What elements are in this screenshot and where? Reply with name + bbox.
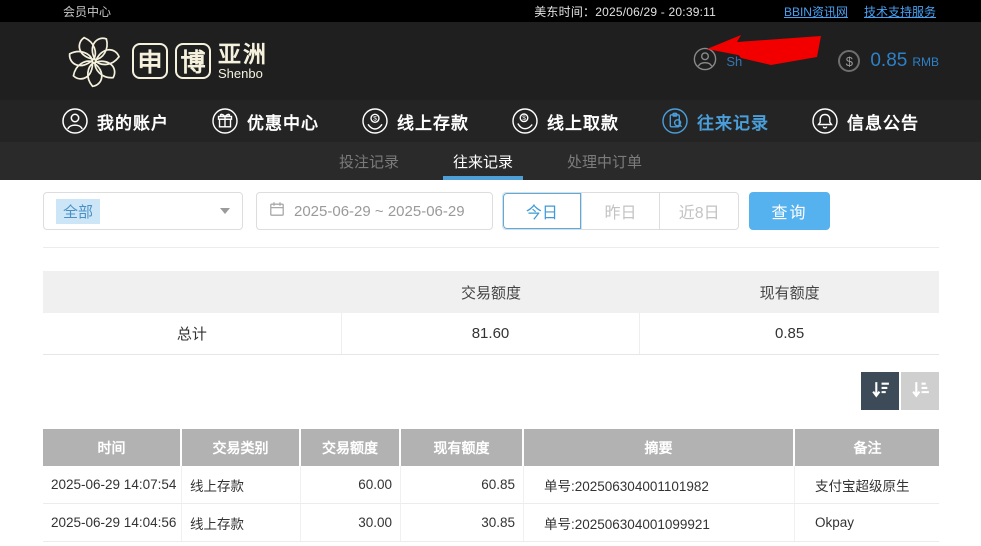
cell-balance: 60.85 bbox=[401, 466, 524, 503]
tech-support-link[interactable]: 技术支持服务 bbox=[864, 3, 936, 20]
calendar-icon bbox=[269, 201, 285, 221]
summary-transaction-total: 81.60 bbox=[342, 313, 641, 354]
records-icon bbox=[662, 108, 688, 134]
sort-ascending-icon bbox=[910, 379, 931, 403]
records-header-row: 时间 交易类别 交易额度 现有额度 摘要 备注 bbox=[43, 429, 939, 466]
balance-amount: 0.85 bbox=[870, 50, 908, 71]
user-avatar-icon bbox=[693, 47, 717, 76]
bell-icon bbox=[812, 108, 838, 134]
brand-logo[interactable]: 申 博 亚洲 Shenbo bbox=[63, 30, 268, 92]
summary-header-row: 交易额度 现有额度 bbox=[43, 271, 939, 313]
svg-text:$: $ bbox=[373, 116, 377, 123]
balance-currency: RMB bbox=[912, 55, 939, 69]
section-divider bbox=[43, 247, 939, 248]
today-button[interactable]: 今日 bbox=[503, 193, 582, 229]
dollar-icon: $ bbox=[838, 50, 861, 72]
nav-item-announcements[interactable]: 信息公告 bbox=[812, 108, 919, 134]
cell-remarks: Okpay bbox=[815, 515, 855, 530]
logo-region: 亚洲 Shenbo bbox=[218, 40, 268, 81]
withdraw-icon: $ bbox=[512, 108, 538, 134]
yesterday-button[interactable]: 昨日 bbox=[582, 193, 661, 229]
summary-header-balance: 现有额度 bbox=[759, 284, 820, 302]
table-row: 2025-06-29 14:07:54 线上存款 60.00 60.85 单号:… bbox=[43, 466, 939, 504]
header-right: Sh $ 0.85 RMB bbox=[693, 34, 939, 76]
username-text: Sh bbox=[726, 53, 743, 69]
main-nav: 我的账户 优惠中心 $ 线上存款 $ 线上取款 往来记录 信息公告 bbox=[0, 100, 981, 142]
logo-char-shen: 申 bbox=[132, 43, 168, 79]
bbin-news-link[interactable]: BBIN资讯网 bbox=[784, 3, 848, 20]
nav-item-records[interactable]: 往来记录 bbox=[662, 108, 769, 134]
sort-descending-button[interactable] bbox=[861, 372, 899, 410]
svg-text:$: $ bbox=[522, 115, 526, 122]
cell-remarks: 支付宝超级原生 bbox=[815, 478, 910, 494]
summary-total-row: 总计 81.60 0.85 bbox=[43, 313, 939, 355]
summary-header-empty bbox=[43, 271, 342, 313]
type-dropdown[interactable]: 全部 bbox=[43, 192, 243, 230]
tab-transaction-records[interactable]: 往来记录 bbox=[442, 142, 524, 180]
sort-ascending-button[interactable] bbox=[901, 372, 939, 410]
date-range-text: 2025-06-29 ~ 2025-06-29 bbox=[294, 202, 465, 220]
nav-item-withdraw[interactable]: $ 线上取款 bbox=[512, 108, 619, 134]
main-content: 全部 2025-06-29 ~ 2025-06-29 今日 昨日 近8日 查询 … bbox=[0, 180, 981, 542]
table-row: 2025-06-29 14:04:56 线上存款 30.00 30.85 单号:… bbox=[43, 504, 939, 542]
col-header-time: 时间 bbox=[43, 429, 182, 466]
summary-header-transaction: 交易额度 bbox=[460, 284, 521, 302]
col-header-remarks: 备注 bbox=[853, 439, 882, 456]
type-dropdown-selected: 全部 bbox=[56, 198, 101, 224]
cell-time: 2025-06-29 14:04:56 bbox=[43, 504, 182, 541]
cell-type: 线上存款 bbox=[182, 466, 301, 503]
nav-item-deposit[interactable]: $ 线上存款 bbox=[362, 108, 469, 134]
cell-summary: 单号:202506304001099921 bbox=[524, 504, 795, 541]
eastern-time-label: 美东时间：2025/06/29 - 20:39:11 bbox=[534, 4, 716, 19]
cell-balance: 30.85 bbox=[401, 504, 524, 541]
cell-amount: 60.00 bbox=[301, 466, 401, 503]
cell-amount: 30.00 bbox=[301, 504, 401, 541]
flower-logo-icon bbox=[63, 30, 125, 92]
user-account-area[interactable]: Sh bbox=[693, 34, 838, 76]
red-annotation-arrow bbox=[707, 32, 825, 73]
cell-type: 线上存款 bbox=[182, 504, 301, 541]
filter-row: 全部 2025-06-29 ~ 2025-06-29 今日 昨日 近8日 查询 bbox=[43, 192, 939, 230]
top-strip: 会员中心 美东时间：2025/06/29 - 20:39:11 BBIN资讯网 … bbox=[0, 0, 981, 22]
last-8-days-button[interactable]: 近8日 bbox=[660, 193, 738, 229]
col-header-summary: 摘要 bbox=[524, 429, 795, 466]
col-header-amount: 交易额度 bbox=[301, 429, 401, 466]
sub-nav: 投注记录 往来记录 处理中订单 bbox=[0, 142, 981, 180]
quick-range-group: 今日 昨日 近8日 bbox=[502, 192, 739, 230]
summary-total-label: 总计 bbox=[43, 313, 342, 354]
nav-item-promotions[interactable]: 优惠中心 bbox=[212, 108, 319, 134]
tab-processing-orders[interactable]: 处理中订单 bbox=[557, 142, 652, 180]
logo-region-cn: 亚洲 bbox=[218, 40, 268, 67]
col-header-balance: 现有额度 bbox=[401, 429, 524, 466]
member-center-label: 会员中心 bbox=[63, 4, 112, 19]
search-button[interactable]: 查询 bbox=[749, 192, 830, 230]
summary-table: 交易额度 现有额度 总计 81.60 0.85 bbox=[43, 271, 939, 355]
user-icon bbox=[62, 108, 88, 134]
chevron-down-icon bbox=[220, 208, 230, 214]
summary-balance-total: 0.85 bbox=[775, 325, 805, 342]
cell-time: 2025-06-29 14:07:54 bbox=[43, 466, 182, 503]
gift-icon bbox=[212, 108, 238, 134]
tab-betting-records[interactable]: 投注记录 bbox=[329, 142, 409, 180]
logo-region-en: Shenbo bbox=[218, 65, 263, 81]
sort-controls bbox=[43, 372, 939, 410]
cell-summary: 单号:202506304001101982 bbox=[524, 466, 795, 503]
logo-char-bo: 博 bbox=[175, 43, 211, 79]
balance-display[interactable]: 0.85 RMB bbox=[870, 50, 939, 72]
deposit-icon: $ bbox=[362, 108, 388, 134]
col-header-type: 交易类别 bbox=[182, 429, 301, 466]
sort-descending-icon bbox=[870, 379, 891, 403]
site-header: 申 博 亚洲 Shenbo Sh $ 0.85 RMB bbox=[0, 22, 981, 100]
records-table: 时间 交易类别 交易额度 现有额度 摘要 备注 2025-06-29 14:07… bbox=[43, 429, 939, 542]
date-range-picker[interactable]: 2025-06-29 ~ 2025-06-29 bbox=[256, 192, 493, 230]
nav-item-my-account[interactable]: 我的账户 bbox=[62, 108, 169, 134]
